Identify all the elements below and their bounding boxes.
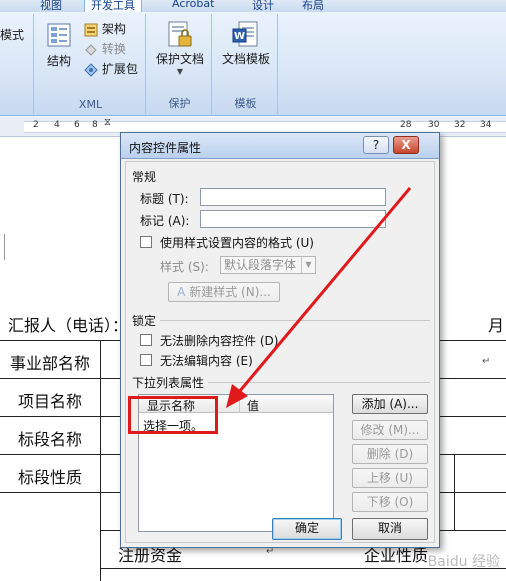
watermark: Baidu 经验 xyxy=(427,554,500,570)
annotation-arrow-icon xyxy=(226,187,412,408)
